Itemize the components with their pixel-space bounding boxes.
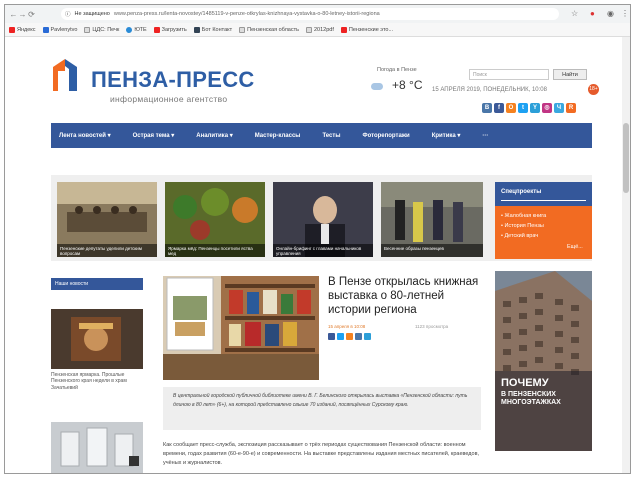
temperature: +8 °С [392, 78, 423, 92]
special-project-link[interactable]: • Жалобная книга [501, 213, 546, 219]
facebook-icon[interactable]: f [494, 103, 504, 113]
back-icon[interactable]: ← [9, 10, 18, 19]
social-links: В f О t Y ◎ Ч R [482, 103, 578, 113]
featured-card[interactable]: Весенние образы пензенцев [381, 182, 483, 257]
featured-caption: Пензенские депутаты уделили детским вопр… [57, 244, 157, 257]
article-date: 15 апреля в 10:08 [328, 324, 366, 329]
reload-icon[interactable]: ⟳ [27, 10, 36, 19]
ad-subheadline: В ПЕНЗЕНСКИХ МНОГОЭТАЖКАХ [501, 391, 561, 406]
bookmark-item[interactable]: Яндекс [9, 26, 36, 33]
menu-item-master-classes[interactable]: Мастер-классы [255, 133, 301, 139]
ad-headline: ПОЧЕМУ [501, 377, 549, 389]
article-image [163, 276, 319, 380]
left-column-header[interactable]: Наши новости [51, 278, 143, 290]
url-security-label: Не защищено [74, 11, 110, 17]
share-buttons [328, 333, 373, 340]
vk-share-icon[interactable] [355, 333, 362, 340]
menu-item-tests[interactable]: Тесты [322, 133, 340, 139]
main-menu: Лента новостей ▾ Острая тема ▾ Аналитика… [51, 123, 592, 148]
article-title: В Пензе открылась книжная выставка о 80-… [328, 276, 479, 316]
weather-label: Погода в Пензе [377, 67, 417, 73]
rss-icon[interactable]: R [566, 103, 576, 113]
cloud-icon [371, 83, 383, 90]
current-date: 15 АПРЕЛЯ 2019, ПОНЕДЕЛЬНИК, 10:08 [432, 87, 547, 93]
bookmark-item[interactable]: Пензенские это... [340, 26, 393, 33]
site-subtitle: информационное агентство [110, 94, 228, 104]
left-news-caption[interactable]: Пензенская ярмарка. Прошлые Пензенского … [51, 372, 143, 391]
bookmark-item[interactable]: Загрузить [153, 26, 187, 33]
twitter-share-icon[interactable] [337, 333, 344, 340]
bookmark-item[interactable]: Пензенская область [239, 26, 299, 33]
glassware-photo [51, 422, 143, 473]
featured-card[interactable]: Онлайн-брифинг с главами начальников упр… [273, 182, 373, 257]
profile-icon[interactable]: ◉ [607, 9, 614, 18]
search-button[interactable]: Найти [553, 69, 587, 80]
extension-icon[interactable]: ● [590, 9, 595, 18]
menu-item-hot-topic[interactable]: Острая тема ▾ [133, 132, 175, 139]
icon-exhibit-photo [51, 309, 143, 369]
featured-caption: Онлайн-брифинг с главами начальников упр… [273, 244, 373, 257]
menu-item-more[interactable]: ··· [482, 133, 488, 139]
bookmark-item[interactable]: ЮТЕ [126, 26, 147, 33]
special-projects-title: Спецпроекты [501, 189, 542, 195]
penza-press-logo-icon[interactable] [49, 57, 81, 91]
address-bar: ← → ⟳ ⓘ Не защищено www.penza-press.ru/l… [5, 5, 630, 23]
url-field[interactable]: ⓘ Не защищено www.penza-press.ru/lenta-n… [61, 8, 559, 20]
livejournal-icon[interactable]: Ч [554, 103, 564, 113]
article-body: Как сообщает пресс-служба, экспозиция ра… [163, 442, 480, 466]
apartment-building-photo [495, 271, 592, 451]
special-project-link[interactable]: • Детский врач [501, 233, 538, 239]
age-rating-badge: 18+ [588, 84, 599, 95]
article-lead: В центральной городской публичной библио… [163, 387, 481, 430]
forward-icon[interactable]: → [18, 10, 27, 19]
instagram-icon[interactable]: ◎ [542, 103, 552, 113]
menu-item-analytics[interactable]: Аналитика ▾ [196, 132, 232, 139]
featured-card[interactable]: Ярмарка мёд: Пензенцы посетили яства мед [165, 182, 265, 257]
menu-item-photo-reports[interactable]: Фоторепортажи [362, 133, 409, 139]
bookmark-item[interactable]: 2012pdf [305, 26, 334, 33]
bookmark-item[interactable]: Pavlenytvo [42, 26, 77, 33]
divider [501, 200, 586, 201]
info-icon[interactable]: ⓘ [65, 10, 71, 18]
bookmark-item[interactable]: ЦДС: Печк [84, 26, 119, 33]
left-news-image-2[interactable] [51, 422, 143, 473]
vk-icon[interactable]: В [482, 103, 492, 113]
ok-share-icon[interactable] [346, 333, 353, 340]
telegram-icon[interactable]: Y [530, 103, 540, 113]
menu-item-critique[interactable]: Критика ▾ [432, 132, 461, 139]
menu-dots-icon[interactable]: ⋮ [621, 9, 629, 18]
web-page: ПЕНЗА-ПРЕСС информационное агентство Пог… [5, 37, 630, 473]
page-scrollbar[interactable] [622, 37, 630, 473]
odnoklassniki-icon[interactable]: О [506, 103, 516, 113]
telegram-share-icon[interactable] [364, 333, 371, 340]
menu-item-news[interactable]: Лента новостей ▾ [59, 132, 111, 139]
site-brand[interactable]: ПЕНЗА-ПРЕСС [91, 67, 255, 93]
special-project-link[interactable]: • История Пензы [501, 223, 544, 229]
twitter-icon[interactable]: t [518, 103, 528, 113]
ad-banner[interactable] [495, 271, 592, 451]
facebook-share-icon[interactable] [328, 333, 335, 340]
book-exhibition-photo [163, 276, 319, 380]
article-views: 1123 просмотра [415, 324, 449, 329]
bookmarks-bar: Яндекс Pavlenytvo ЦДС: Печк ЮТЕ Загрузит… [5, 23, 630, 37]
left-news-image[interactable] [51, 309, 143, 369]
browser-window: ← → ⟳ ⓘ Не защищено www.penza-press.ru/l… [4, 4, 631, 474]
star-icon[interactable]: ☆ [571, 9, 578, 18]
special-projects-list: • Жалобная книга • История Пензы • Детск… [495, 206, 592, 259]
bookmark-item[interactable]: Бот Контакт [193, 26, 232, 33]
special-projects-more[interactable]: Ещё... [567, 244, 583, 250]
url-text: www.penza-press.ru/lenta-novostey/148511… [113, 11, 380, 17]
featured-caption: Весенние образы пензенцев [381, 244, 483, 257]
featured-card[interactable]: Пензенские депутаты уделили детским вопр… [57, 182, 157, 257]
featured-caption: Ярмарка мёд: Пензенцы посетили яства мед [165, 244, 265, 257]
search-input[interactable]: Поиск [469, 69, 549, 80]
scrollbar-thumb[interactable] [623, 123, 629, 193]
